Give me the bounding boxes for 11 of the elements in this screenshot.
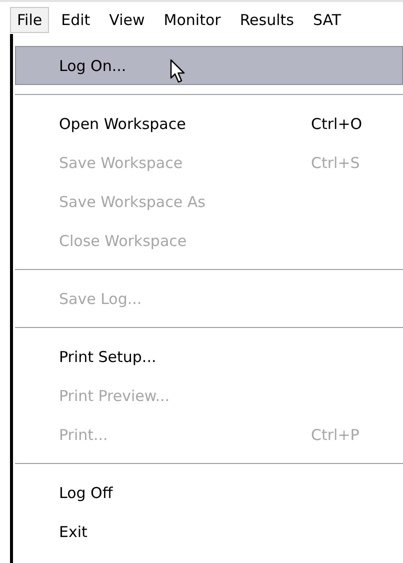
menu-item[interactable]: Exit bbox=[15, 512, 403, 551]
menu-item[interactable]: Log Off bbox=[15, 473, 403, 512]
menu-bar-item[interactable]: File bbox=[10, 7, 50, 33]
menu-bar-item[interactable]: Edit bbox=[54, 7, 98, 33]
menu-item[interactable]: Print Setup... bbox=[15, 337, 403, 376]
menu-bar-item[interactable]: Monitor bbox=[156, 7, 228, 33]
menu-item[interactable]: Open Workspace Ctrl+O bbox=[15, 104, 403, 143]
menu-bar-item[interactable]: SAT bbox=[306, 7, 348, 33]
menu-bar-item[interactable]: View bbox=[102, 7, 152, 33]
menu-bar-item[interactable]: Results bbox=[232, 7, 301, 33]
menu-item[interactable]: Log On... bbox=[15, 46, 403, 85]
